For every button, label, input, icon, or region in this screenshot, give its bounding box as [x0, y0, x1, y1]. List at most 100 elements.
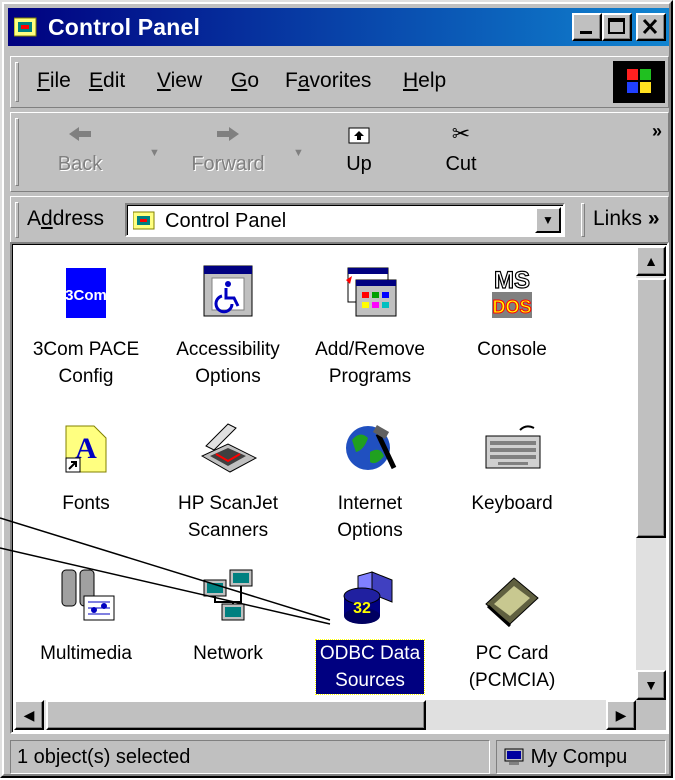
back-button[interactable]: Back — [45, 123, 115, 176]
maximize-icon — [608, 18, 625, 34]
item-keyboard[interactable]: Keyboard — [442, 416, 582, 517]
menu-go[interactable]: Go — [231, 69, 259, 93]
add-remove-icon — [338, 262, 402, 326]
vertical-scroll-thumb[interactable] — [636, 278, 666, 538]
address-field[interactable]: Control Panel ▼ — [125, 203, 565, 237]
up-button[interactable]: Up — [329, 123, 389, 176]
control-panel-small-icon — [133, 211, 155, 230]
toolbar-more-chevron[interactable]: » — [652, 121, 662, 142]
links-button[interactable]: Links » — [593, 207, 660, 231]
minimize-button[interactable] — [572, 13, 602, 41]
scroll-up-button[interactable]: ▲ — [636, 246, 666, 276]
scroll-left-button[interactable]: ◀ — [14, 700, 44, 730]
scroll-down-button[interactable]: ▼ — [636, 670, 666, 700]
item-3com-pace-config[interactable]: 3Com 3Com PACE Config — [16, 262, 156, 390]
item-caption: Accessibility Options — [176, 339, 280, 387]
menu-help[interactable]: Help — [403, 69, 446, 93]
svg-text:DOS: DOS — [492, 297, 531, 317]
status-text: 1 object(s) selected — [10, 740, 490, 774]
3com-icon: 3Com — [54, 262, 118, 326]
chevron-down-icon: ▼ — [542, 213, 554, 227]
arrow-right-icon: ▶ — [615, 707, 627, 723]
svg-text:MS: MS — [494, 267, 530, 294]
status-zone: My Compu — [496, 740, 666, 774]
item-odbc-data-sources[interactable]: 32 ODBC Data Sources — [300, 566, 440, 695]
icon-view[interactable]: 3Com 3Com PACE Config Accessibility Option… — [10, 242, 669, 734]
item-console[interactable]: MS DOS Console — [442, 262, 582, 363]
item-network[interactable]: Network — [158, 566, 298, 667]
item-caption: Add/Remove Programs — [315, 339, 425, 387]
vertical-scrollbar[interactable]: ▲ ▼ — [636, 246, 666, 700]
svg-text:3Com: 3Com — [65, 287, 107, 304]
item-caption: Internet Options — [337, 493, 403, 541]
horizontal-scroll-thumb[interactable] — [46, 700, 426, 730]
menu-file[interactable]: File — [37, 69, 71, 93]
item-caption: Network — [193, 643, 263, 664]
item-caption: Multimedia — [40, 643, 132, 664]
control-panel-window: Control Panel File Edit View Go Favorite… — [0, 0, 673, 778]
item-caption: Fonts — [62, 493, 110, 514]
item-caption: HP ScanJet Scanners — [178, 493, 278, 541]
window-frame: Control Panel File Edit View Go Favorite… — [2, 2, 671, 776]
address-bar-grip[interactable] — [15, 202, 19, 238]
console-icon: MS DOS — [480, 262, 544, 326]
address-dropdown-button[interactable]: ▼ — [535, 207, 561, 233]
address-bar: Address Control Panel ▼ Links » — [10, 196, 669, 244]
standard-toolbar: Back ▼ Forward ▼ Up ✂ Cut » — [10, 112, 669, 192]
menu-view[interactable]: View — [157, 69, 202, 93]
network-icon — [196, 566, 260, 630]
menu-bar-grip[interactable] — [15, 62, 19, 102]
address-value: Control Panel — [165, 210, 287, 232]
item-accessibility-options[interactable]: Accessibility Options — [158, 262, 298, 390]
item-caption-selected: ODBC Data Sources — [314, 639, 426, 695]
arrow-down-icon: ▼ — [644, 677, 658, 693]
forward-button[interactable]: Forward — [183, 123, 273, 176]
item-caption: PC Card (PCMCIA) — [468, 643, 556, 691]
menu-favorites[interactable]: Favorites — [285, 69, 371, 93]
item-add-remove-programs[interactable]: Add/Remove Programs — [300, 262, 440, 390]
links-grip[interactable] — [581, 203, 585, 237]
svg-text:32: 32 — [353, 600, 371, 617]
menu-edit[interactable]: Edit — [89, 69, 125, 93]
maximize-button[interactable] — [602, 13, 632, 41]
arrow-left-icon: ◀ — [23, 707, 35, 723]
menu-bar: File Edit View Go Favorites Help — [10, 56, 669, 108]
arrow-up-icon: ▲ — [644, 253, 658, 269]
close-icon — [642, 18, 658, 35]
scroll-right-button[interactable]: ▶ — [606, 700, 636, 730]
item-caption: 3Com PACE Config — [32, 339, 140, 387]
back-dropdown-arrow[interactable]: ▼ — [149, 147, 160, 159]
my-computer-icon — [504, 748, 524, 765]
window-title: Control Panel — [48, 14, 201, 40]
close-button[interactable] — [636, 13, 666, 41]
internet-icon — [338, 416, 402, 480]
keyboard-icon — [480, 416, 544, 480]
fonts-icon: A — [54, 416, 118, 480]
horizontal-scrollbar[interactable]: ◀ ▶ — [14, 700, 636, 730]
forward-arrow-icon — [183, 123, 273, 145]
control-panel-icon — [14, 17, 37, 37]
pccard-icon — [480, 566, 544, 630]
windows-logo — [613, 61, 665, 103]
windows-flag-icon — [627, 69, 651, 93]
minimize-icon — [580, 31, 592, 34]
accessibility-icon — [196, 262, 260, 326]
item-hp-scanjet-scanners[interactable]: HP ScanJet Scanners — [158, 416, 298, 544]
scanner-icon — [196, 416, 260, 480]
scissors-icon: ✂ — [451, 121, 471, 146]
forward-dropdown-arrow[interactable]: ▼ — [293, 147, 304, 159]
item-fonts[interactable]: A Fonts — [16, 416, 156, 517]
item-pc-card[interactable]: PC Card (PCMCIA) — [442, 566, 582, 694]
cut-button[interactable]: ✂ Cut — [431, 123, 491, 176]
scrollbar-corner — [636, 700, 666, 730]
address-label: Address — [27, 207, 105, 230]
item-internet-options[interactable]: Internet Options — [300, 416, 440, 544]
title-bar[interactable]: Control Panel — [8, 8, 669, 46]
item-caption: Keyboard — [471, 493, 553, 514]
odbc-icon: 32 — [338, 566, 402, 630]
toolbar-grip[interactable] — [15, 118, 19, 186]
item-multimedia[interactable]: Multimedia — [16, 566, 156, 667]
item-caption: Console — [477, 339, 547, 360]
multimedia-icon — [54, 566, 118, 630]
back-arrow-icon — [45, 123, 115, 145]
